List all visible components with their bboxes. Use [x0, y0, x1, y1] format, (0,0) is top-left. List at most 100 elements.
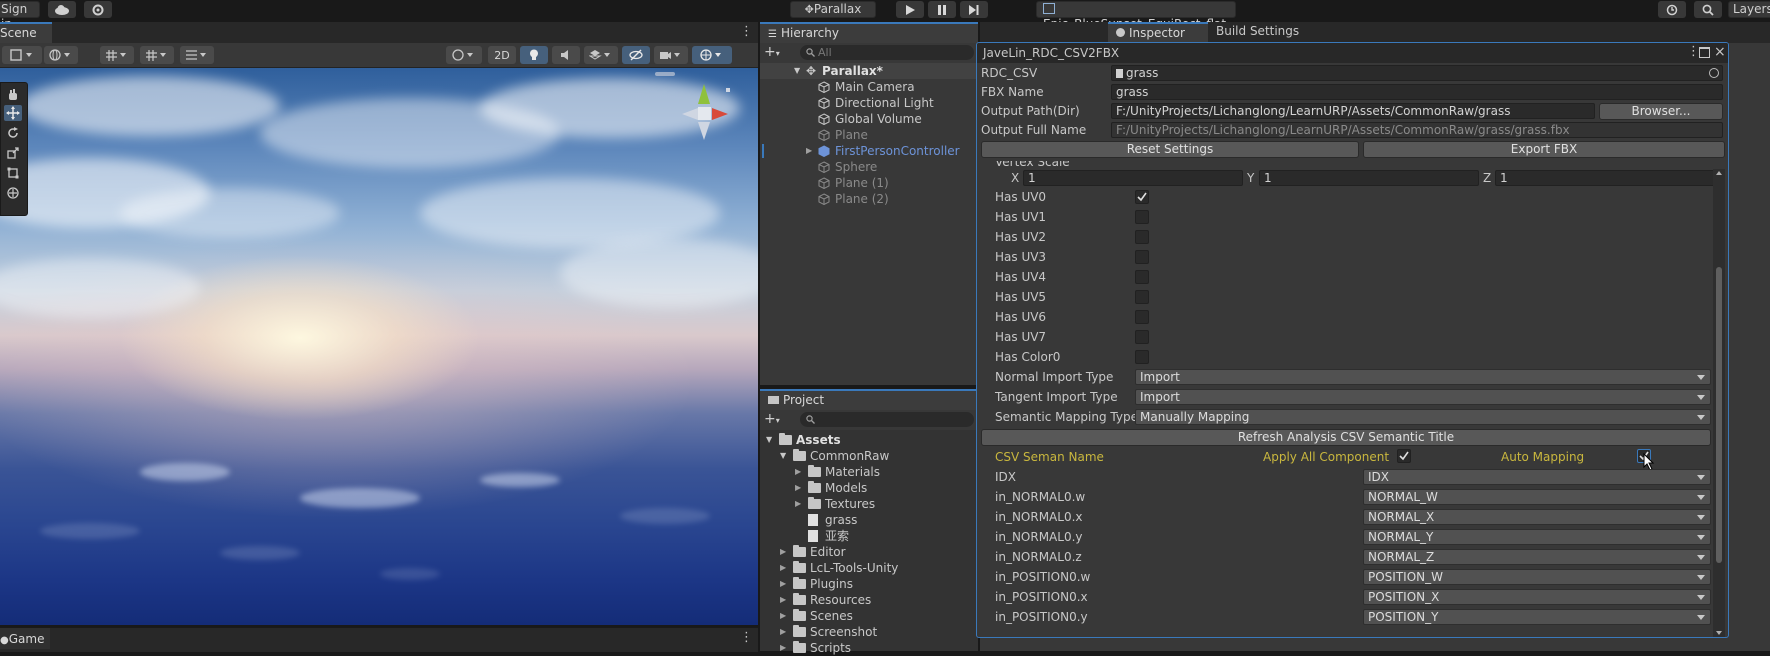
audio-toggle-button[interactable] — [552, 46, 580, 64]
hierarchy-item-prefab[interactable]: ▶ FirstPersonController — [760, 143, 978, 159]
layers-dropdown[interactable]: Layers — [1728, 1, 1770, 18]
hierarchy-item[interactable]: Plane (2) — [760, 191, 978, 207]
global-toggle-dropdown[interactable] — [44, 46, 78, 64]
project-folder[interactable]: ▶ Scenes — [760, 608, 978, 624]
project-folder[interactable]: ▶ Editor — [760, 544, 978, 560]
mapping-row-dropdown[interactable]: POSITION_X — [1363, 589, 1711, 605]
increment-snap-dropdown[interactable] — [140, 46, 174, 64]
has-uv7-checkbox[interactable] — [1135, 330, 1149, 344]
hierarchy-item[interactable]: Global Volume — [760, 111, 978, 127]
move-tool-button[interactable] — [4, 105, 22, 121]
mapping-row-dropdown[interactable]: IDX — [1363, 469, 1711, 485]
scene-orientation-gizmo[interactable] — [672, 80, 742, 150]
create-dropdown[interactable]: +▾ — [764, 45, 780, 61]
effects-dropdown[interactable] — [584, 46, 618, 64]
mapping-row-dropdown[interactable]: NORMAL_X — [1363, 509, 1711, 525]
cloud-button[interactable] — [48, 1, 76, 18]
has-uv2-checkbox[interactable] — [1135, 230, 1149, 244]
export-fbx-button[interactable]: Export FBX — [1363, 141, 1725, 158]
mapping-row-dropdown[interactable]: POSITION_Y — [1363, 609, 1711, 625]
project-folder[interactable]: ▶ Plugins — [760, 576, 978, 592]
scrollbar-thumb[interactable] — [1716, 267, 1722, 563]
rect-tool-button[interactable] — [4, 165, 22, 181]
lighting-toggle-button[interactable] — [520, 46, 548, 64]
browser-button[interactable]: Browser... — [1599, 103, 1723, 120]
step-button[interactable] — [960, 1, 988, 18]
sign-in-button[interactable]: Sign in — [0, 1, 40, 31]
reset-settings-button[interactable]: Reset Settings — [981, 141, 1359, 158]
refresh-analysis-button[interactable]: Refresh Analysis CSV Semantic Title — [981, 429, 1711, 446]
play-button[interactable] — [896, 1, 924, 18]
transform-tool-button[interactable] — [4, 185, 22, 201]
history-button[interactable] — [1658, 1, 1686, 18]
game-menu-icon[interactable]: ⋮ — [740, 631, 753, 644]
project-folder[interactable]: ▶ LcL-Tools-Unity — [760, 560, 978, 576]
shading-sphere-dropdown[interactable] — [446, 46, 482, 64]
vertex-scale-x-input[interactable]: 1 — [1023, 170, 1243, 186]
hand-tool-button[interactable] — [4, 87, 22, 103]
tab-hierarchy[interactable]: ☰ Hierarchy — [760, 22, 978, 43]
camera-dropdown[interactable] — [654, 46, 688, 64]
hierarchy-item[interactable]: Plane (1) — [760, 175, 978, 191]
pause-button[interactable] — [928, 1, 956, 18]
mapping-row-dropdown[interactable]: NORMAL_Z — [1363, 549, 1711, 565]
has-color0-checkbox[interactable] — [1135, 350, 1149, 364]
mapping-row-dropdown[interactable]: NORMAL_W — [1363, 489, 1711, 505]
hidden-objects-toggle[interactable] — [622, 46, 650, 64]
gizmos-dropdown[interactable] — [692, 46, 732, 64]
project-folder[interactable]: ▼ CommonRaw — [760, 448, 978, 464]
tab-project[interactable]: Project — [760, 389, 978, 410]
close-icon[interactable]: × — [1714, 43, 1726, 61]
has-uv4-checkbox[interactable] — [1135, 270, 1149, 284]
has-uv5-checkbox[interactable] — [1135, 290, 1149, 304]
parallax-scene-button[interactable]: ✥Parallax — [790, 1, 876, 18]
tab-game[interactable]: ●Game — [0, 628, 50, 649]
2d-toggle-button[interactable]: 2D — [488, 46, 516, 64]
project-file[interactable]: 亚索 — [760, 528, 978, 544]
hierarchy-item[interactable]: Sphere — [760, 159, 978, 175]
output-path-input[interactable]: F:/UnityProjects/Lichanglong/LearnURP/As… — [1111, 103, 1595, 119]
scene-menu-icon[interactable]: ⋮ — [740, 25, 753, 38]
project-folder[interactable]: ▶ Materials — [760, 464, 978, 480]
align-dropdown[interactable] — [180, 46, 214, 64]
draw-mode-dropdown[interactable] — [2, 46, 42, 64]
project-folder[interactable]: ▶ Models — [760, 480, 978, 496]
rdc-csv-object-field[interactable]: grass — [1111, 65, 1723, 81]
vertex-scale-y-input[interactable]: 1 — [1259, 170, 1479, 186]
tab-scene[interactable]: Scene — [0, 22, 52, 43]
grid-snap-dropdown[interactable] — [100, 46, 134, 64]
skybox-asset-button[interactable]: Epic_BlueSunset_EquiRect_flat — [1036, 1, 1236, 31]
hierarchy-item[interactable]: Plane — [760, 127, 978, 143]
maximize-icon[interactable] — [1699, 47, 1710, 58]
object-picker-icon[interactable] — [1709, 68, 1719, 78]
hierarchy-search-input[interactable]: All — [800, 45, 974, 60]
fbx-name-input[interactable]: grass — [1111, 84, 1723, 100]
overlay-handle[interactable] — [655, 72, 675, 76]
project-folder[interactable]: ▶ Screenshot — [760, 624, 978, 640]
project-assets-root[interactable]: ▼ Assets — [760, 432, 978, 448]
has-uv3-checkbox[interactable] — [1135, 250, 1149, 264]
scale-tool-button[interactable] — [4, 145, 22, 161]
mapping-row-dropdown[interactable]: NORMAL_Y — [1363, 529, 1711, 545]
mapping-row-dropdown[interactable]: POSITION_W — [1363, 569, 1711, 585]
expand-arrow-icon[interactable]: ▶ — [806, 143, 812, 159]
project-search-input[interactable] — [800, 412, 974, 427]
rotate-tool-button[interactable] — [4, 125, 22, 141]
normal-import-type-dropdown[interactable]: Import — [1135, 369, 1711, 385]
collab-button[interactable] — [84, 1, 112, 18]
settings-scroll-area[interactable]: Vertex Scale X 1 Y 1 Z 1 Has UV0 Has UV1… — [977, 161, 1713, 637]
vertex-scale-z-input[interactable]: 1 — [1495, 170, 1713, 186]
project-folder[interactable]: ▶ Scripts — [760, 640, 978, 656]
apply-all-component-checkbox[interactable] — [1397, 449, 1411, 463]
project-create-dropdown[interactable]: +▾ — [764, 412, 780, 428]
has-uv0-checkbox[interactable] — [1135, 190, 1149, 204]
project-folder[interactable]: ▶ Textures — [760, 496, 978, 512]
hierarchy-root-scene[interactable]: ▼ ✥ Parallax* — [760, 63, 978, 79]
hierarchy-item[interactable]: Directional Light — [760, 95, 978, 111]
tab-inspector[interactable]: Inspector — [1108, 22, 1208, 43]
project-folder[interactable]: ▶ Resources — [760, 592, 978, 608]
search-button[interactable] — [1694, 1, 1722, 18]
tab-build-settings[interactable]: Build Settings — [1208, 22, 1307, 43]
scroll-down-arrow-icon[interactable] — [1716, 631, 1722, 635]
tangent-import-type-dropdown[interactable]: Import — [1135, 389, 1711, 405]
